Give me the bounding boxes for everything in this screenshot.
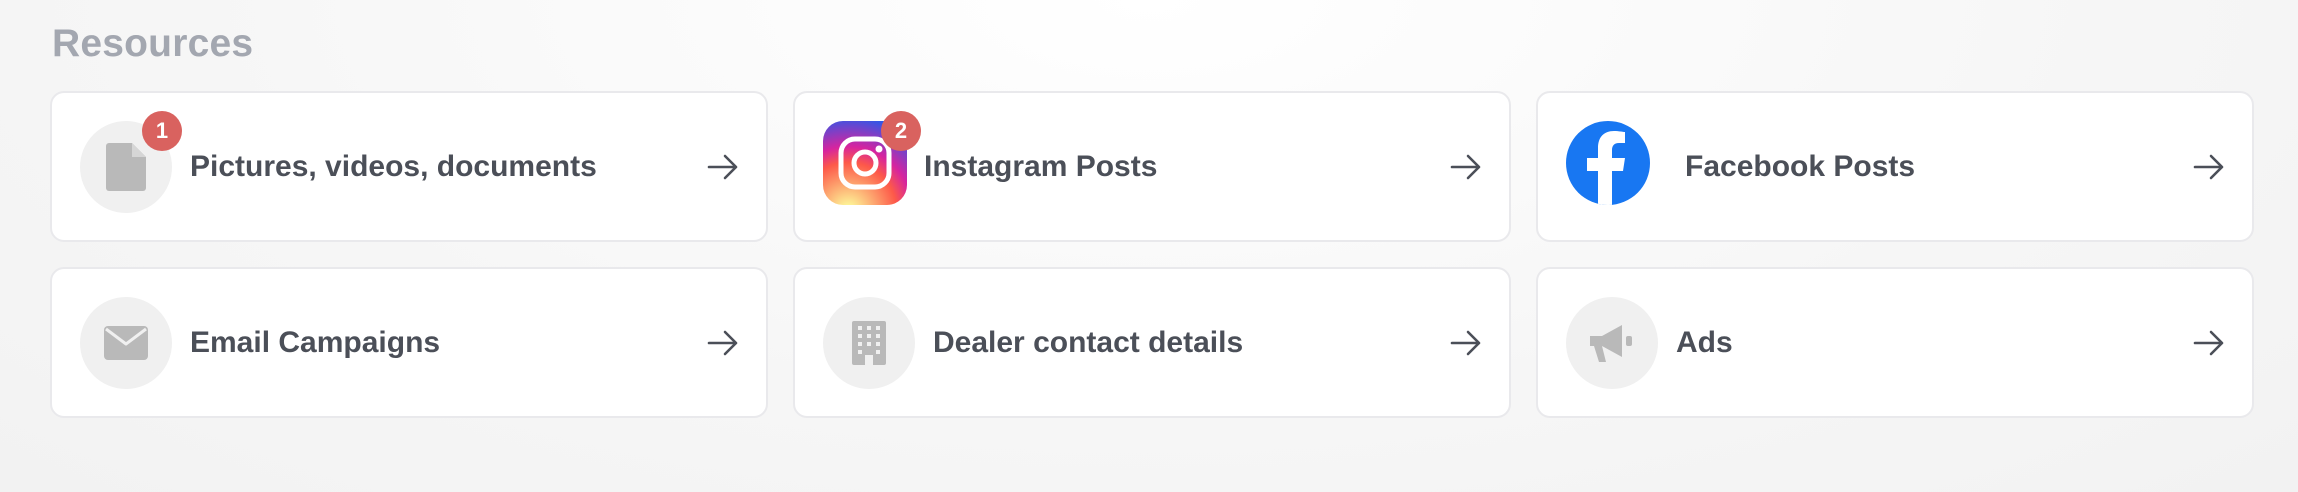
arrow-right-icon [2193, 330, 2224, 355]
arrow-right-icon [707, 154, 738, 179]
card-pictures-videos-documents[interactable]: 1 Pictures, videos, documents [50, 91, 768, 242]
megaphone-icon [1566, 296, 1658, 389]
card-icon-wrap: 1 [80, 110, 182, 213]
card-ads[interactable]: Ads [1536, 267, 2254, 418]
card-label: Pictures, videos, documents [190, 149, 597, 183]
building-icon [823, 296, 915, 389]
notification-badge: 2 [881, 110, 921, 151]
section-title: Resources [52, 22, 254, 65]
facebook-icon [1566, 120, 1650, 205]
card-facebook-posts[interactable]: Facebook Posts [1536, 91, 2254, 242]
card-dealer-contact-details[interactable]: Dealer contact details [793, 267, 1511, 418]
card-icon-wrap [823, 296, 915, 389]
card-label: Dealer contact details [933, 325, 1244, 359]
card-icon-wrap [80, 296, 172, 389]
arrow-right-icon [707, 330, 738, 355]
resources-grid: 1 Pictures, videos, documents 2 Instagra… [50, 91, 2254, 418]
card-icon-wrap: 2 [823, 110, 921, 213]
arrow-right-icon [1450, 154, 1481, 179]
card-label: Email Campaigns [190, 325, 441, 359]
card-icon-wrap [1566, 296, 1658, 389]
card-label: Ads [1676, 325, 1733, 359]
arrow-right-icon [2193, 154, 2224, 179]
card-label: Instagram Posts [924, 149, 1158, 183]
card-label: Facebook Posts [1685, 149, 1916, 183]
arrow-right-icon [1450, 330, 1481, 355]
notification-badge: 1 [142, 110, 182, 151]
card-instagram-posts[interactable]: 2 Instagram Posts [793, 91, 1511, 242]
envelope-icon [80, 296, 172, 389]
card-email-campaigns[interactable]: Email Campaigns [50, 267, 768, 418]
card-icon-wrap [1566, 120, 1658, 213]
page: Resources 1 Pictures, videos, documents [0, 0, 2298, 492]
